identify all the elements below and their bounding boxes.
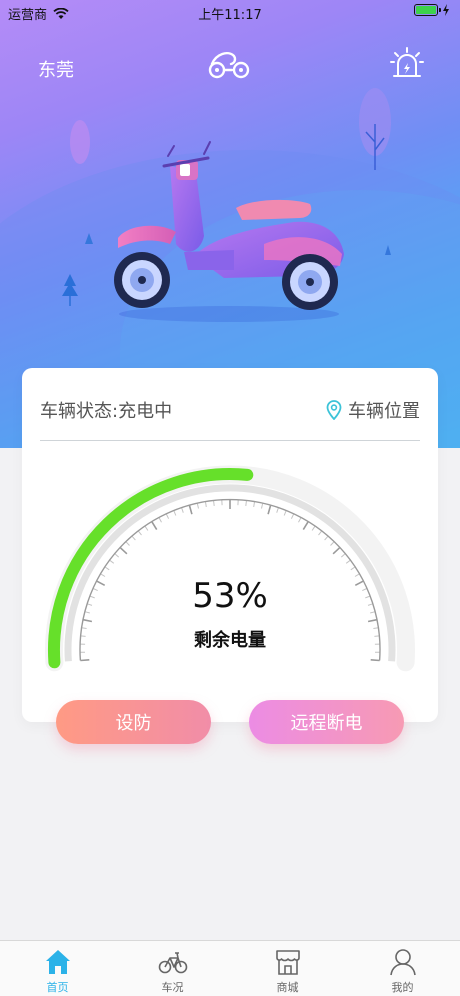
tree-icon — [359, 88, 391, 170]
gauge-tick — [267, 505, 272, 515]
battery-label: 剩余电量 — [194, 630, 266, 651]
scooter-logo-icon — [208, 52, 250, 79]
gauge-tick — [283, 510, 287, 516]
gauge-tick — [205, 501, 207, 507]
gauge-tick — [158, 517, 162, 523]
gauge-tick — [104, 566, 110, 571]
gauge-tick — [298, 517, 302, 523]
vehicle-location-link[interactable]: 车辆位置 — [326, 397, 420, 423]
tab-home-label: 首页 — [46, 981, 69, 994]
gauge-tick — [370, 659, 380, 662]
status-bar: 运营商 上午11:17 — [0, 0, 460, 26]
tree-icon — [85, 233, 93, 244]
gauge-tick — [290, 513, 295, 519]
gauge-tick — [318, 530, 322, 536]
tab-vehicle-condition[interactable]: 车况 — [115, 941, 230, 996]
gauge-tick — [332, 547, 341, 555]
gauge-tick — [350, 566, 356, 571]
remote-cutoff-button[interactable]: 远程断电 — [249, 700, 404, 744]
gauge-tick — [276, 507, 279, 513]
gauge-tick — [165, 513, 170, 519]
gauge-tick — [114, 553, 120, 558]
gauge-tick — [181, 507, 184, 513]
tree-icon — [70, 120, 90, 164]
gauge-tick — [330, 541, 335, 546]
charging-icon — [443, 4, 449, 16]
card-header: 车辆状态:充电中 车辆位置 — [40, 390, 420, 430]
gauge-tick — [302, 521, 309, 531]
gauge-tick — [196, 503, 199, 509]
vehicle-status-text: 车辆状态:充电中 — [40, 401, 173, 422]
gauge-tick — [173, 510, 177, 516]
gauge-tick — [80, 659, 90, 662]
store-icon — [275, 950, 300, 975]
gauge-tick — [311, 526, 316, 531]
gauge-tick — [131, 535, 136, 541]
gauge-tick — [138, 530, 142, 536]
gauge-tick — [144, 526, 149, 531]
gauge-tick — [151, 521, 158, 531]
bottom-tab-bar: 首页 车况 商城 我的 — [0, 940, 460, 996]
tab-profile[interactable]: 我的 — [345, 941, 460, 996]
clock: 上午11:17 — [198, 8, 262, 23]
gauge-tick — [213, 500, 215, 506]
bicycle-icon — [158, 952, 187, 974]
tree-icon — [62, 274, 78, 306]
gauge-tick — [245, 500, 247, 506]
divider — [40, 440, 420, 441]
gauge-tick — [253, 501, 255, 507]
user-icon — [389, 949, 416, 976]
location-pin-icon — [326, 400, 342, 420]
home-icon — [45, 950, 70, 974]
tab-home[interactable]: 首页 — [0, 941, 115, 996]
gauge-tick — [109, 559, 115, 564]
gauge-tick — [340, 553, 346, 558]
tree-icon — [385, 245, 391, 255]
vehicle-location-label: 车辆位置 — [348, 401, 420, 422]
city-selector[interactable]: 东莞 — [38, 56, 74, 82]
alarm-light-icon[interactable] — [390, 46, 424, 80]
scooter-illustration — [114, 141, 344, 322]
tab-store[interactable]: 商城 — [230, 941, 345, 996]
tab-vehicle-condition-label: 车况 — [161, 981, 184, 994]
gauge-tick — [82, 618, 93, 623]
vehicle-status-card: 车辆状态:充电中 车辆位置 53% 剩余电量 — [22, 368, 438, 722]
tab-store-label: 商城 — [276, 981, 299, 994]
gauge-tick — [261, 503, 264, 509]
arm-button[interactable]: 设防 — [56, 700, 211, 744]
gauge-tick — [324, 535, 329, 541]
battery-icon — [414, 4, 441, 16]
status-indicators — [414, 4, 450, 16]
battery-percent: 53% — [192, 576, 268, 616]
tab-profile-label: 我的 — [391, 981, 414, 994]
gauge-tick — [119, 547, 128, 555]
gauge-tick — [125, 541, 130, 546]
gauge-tick — [188, 505, 193, 515]
gauge-tick — [367, 618, 378, 623]
gauge-tick — [345, 559, 351, 564]
